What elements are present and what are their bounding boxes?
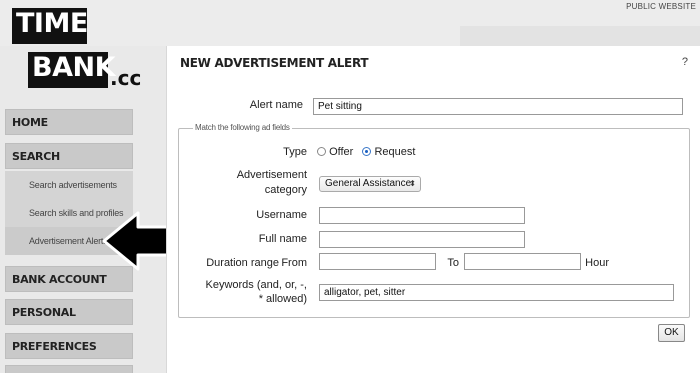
- alert-panel: NEW ADVERTISEMENT ALERT ? Alert name Pet…: [166, 46, 700, 373]
- duration-to-input[interactable]: [464, 253, 581, 270]
- category-select[interactable]: General Assistance ⬍: [319, 176, 421, 192]
- alert-name-input[interactable]: Pet sitting: [313, 98, 683, 115]
- logo-line-time: TIME: [12, 8, 88, 44]
- duration-from-label: From: [281, 257, 307, 269]
- nav-home[interactable]: HOME: [5, 109, 133, 135]
- username-label: Username: [256, 209, 307, 221]
- nav-search[interactable]: SEARCH: [5, 143, 133, 169]
- alert-name-label: Alert name: [249, 99, 303, 111]
- fullname-label: Full name: [258, 233, 307, 245]
- keywords-label-line1: Keywords (and, or, -,: [205, 279, 308, 291]
- ok-button[interactable]: OK: [658, 324, 685, 342]
- match-fields-legend: Match the following ad fields: [193, 123, 292, 132]
- duration-label: Duration range: [206, 257, 279, 269]
- request-radio[interactable]: [362, 147, 372, 156]
- logo-line-bank: BANK: [28, 52, 116, 88]
- duration-unit-label: Hour: [585, 257, 609, 269]
- fullname-input[interactable]: [319, 231, 525, 248]
- logo-suffix: .cc: [110, 66, 142, 90]
- category-label-line2: category: [264, 184, 307, 196]
- nav-personal[interactable]: PERSONAL: [5, 299, 133, 325]
- username-input[interactable]: [319, 207, 525, 224]
- type-label: Type: [283, 146, 307, 158]
- nav-search-advertisements[interactable]: Search advertisements: [5, 171, 133, 199]
- offer-radio[interactable]: [317, 147, 326, 156]
- type-option-offer[interactable]: Offer: [317, 146, 353, 158]
- page-title: NEW ADVERTISEMENT ALERT: [180, 56, 369, 70]
- help-icon[interactable]: ?: [682, 56, 688, 68]
- nav-more[interactable]: [5, 365, 133, 373]
- keywords-input[interactable]: alligator, pet, sitter: [319, 284, 674, 301]
- keywords-label-line2: * allowed): [258, 293, 307, 305]
- category-label-line1: Advertisement: [236, 169, 307, 181]
- nav-preferences[interactable]: PREFERENCES: [5, 333, 133, 359]
- duration-to-label: To: [447, 257, 459, 269]
- top-bar: PUBLIC WEBSITE: [0, 0, 700, 46]
- public-website-link[interactable]: PUBLIC WEBSITE: [626, 2, 696, 11]
- top-bar-decoration: [460, 26, 700, 46]
- duration-from-input[interactable]: [319, 253, 436, 270]
- type-option-request[interactable]: Request: [362, 146, 415, 158]
- category-select-value: General Assistance: [325, 178, 412, 189]
- select-caret-icon: ⬍: [409, 179, 416, 188]
- type-radio-group: Offer Request: [317, 146, 421, 158]
